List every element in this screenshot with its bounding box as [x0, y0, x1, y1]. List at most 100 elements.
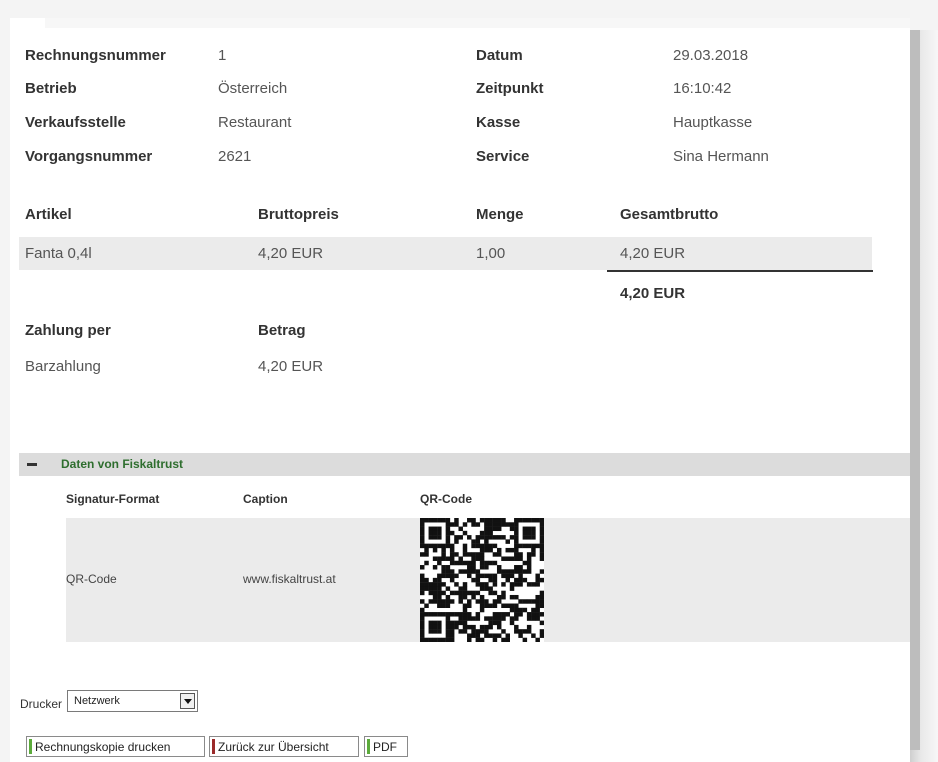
qr-module	[509, 573, 515, 579]
qr-module	[432, 556, 438, 561]
qr-module	[467, 599, 472, 604]
qr-module	[526, 624, 532, 630]
qr-module	[539, 539, 545, 544]
qr-module	[424, 577, 429, 583]
qr-module	[522, 607, 528, 613]
qr-module	[488, 624, 493, 630]
cell-total-gross: 4,20 EUR	[620, 245, 686, 262]
qr-module	[488, 543, 493, 549]
qr-module	[522, 569, 528, 574]
qr-module	[484, 547, 489, 553]
qr-module	[522, 526, 528, 532]
qr-module	[441, 547, 446, 553]
col-header-quantity: Menge	[476, 206, 524, 223]
qr-module	[432, 518, 438, 523]
qr-module	[479, 518, 485, 523]
scrollbar-track[interactable]	[910, 30, 920, 750]
cell-article: Fanta 0,4l	[25, 245, 92, 262]
qr-module	[522, 543, 528, 549]
qr-module	[518, 599, 523, 604]
value-register: Hauptkasse	[673, 114, 753, 131]
qr-module	[462, 586, 468, 591]
qr-module	[484, 616, 489, 621]
qr-module	[437, 543, 442, 549]
qr-module	[445, 530, 451, 536]
qr-module	[445, 586, 451, 591]
qr-module	[449, 633, 455, 638]
pdf-button[interactable]: PDF	[364, 736, 408, 757]
qr-module	[471, 518, 476, 523]
qr-module	[445, 594, 451, 600]
qr-module	[432, 629, 438, 634]
qr-module	[492, 582, 498, 587]
qr-module	[514, 629, 519, 634]
fiskaltrust-title[interactable]: Daten von Fiskaltrust	[61, 457, 183, 471]
qr-module	[539, 526, 545, 532]
qr-module	[522, 560, 528, 566]
qr-module	[501, 569, 506, 574]
qr-module	[437, 573, 442, 579]
print-copy-button[interactable]: Rechnungskopie drucken	[26, 736, 205, 757]
label-service: Service	[476, 148, 530, 165]
qr-module	[501, 616, 506, 621]
qr-module	[488, 620, 493, 626]
qr-module	[475, 590, 481, 596]
qr-module	[428, 599, 434, 604]
qr-module	[539, 633, 545, 638]
col-header-total-gross: Gesamtbrutto	[620, 206, 719, 223]
qr-module	[458, 612, 463, 617]
qr-module	[492, 633, 498, 638]
qr-module	[535, 543, 540, 549]
qr-module	[449, 637, 455, 643]
qr-module	[475, 552, 481, 557]
qr-module	[501, 629, 506, 634]
qr-module	[501, 522, 506, 527]
qr-module	[462, 547, 468, 553]
qr-module	[518, 612, 523, 617]
qr-module	[488, 547, 493, 553]
qr-module	[462, 560, 468, 566]
qr-module	[420, 565, 425, 570]
cell-payment-method: Barzahlung	[25, 358, 101, 375]
qr-module	[496, 616, 502, 621]
printer-select[interactable]: Netzwerk	[67, 690, 198, 712]
qr-module	[535, 607, 540, 613]
qr-module	[424, 603, 429, 608]
qr-module	[437, 624, 442, 630]
qr-module	[479, 543, 485, 549]
qr-module	[484, 633, 489, 638]
qr-module	[420, 590, 425, 596]
qr-module	[535, 612, 540, 617]
qr-module	[467, 565, 472, 570]
qr-module	[479, 560, 485, 566]
qr-module	[505, 612, 510, 617]
qr-module	[505, 547, 510, 553]
qr-module	[441, 582, 446, 587]
qr-module	[449, 599, 455, 604]
qr-module	[526, 552, 532, 557]
label-time: Zeitpunkt	[476, 80, 544, 97]
collapse-icon[interactable]	[27, 463, 37, 466]
qr-module	[492, 616, 498, 621]
qr-module	[420, 629, 425, 634]
qr-module	[467, 552, 472, 557]
qr-module	[518, 607, 523, 613]
qr-module	[509, 603, 515, 608]
qr-module	[467, 590, 472, 596]
qr-module	[539, 620, 545, 626]
qr-module	[479, 552, 485, 557]
chevron-down-icon[interactable]	[180, 693, 195, 709]
qr-module	[467, 633, 472, 638]
qr-module	[471, 594, 476, 600]
back-to-overview-button[interactable]: Zurück zur Übersicht	[209, 736, 359, 757]
qr-module	[496, 624, 502, 630]
qr-module	[437, 535, 442, 540]
qr-module	[479, 607, 485, 613]
qr-module	[462, 603, 468, 608]
qr-module	[445, 629, 451, 634]
qr-module	[445, 637, 451, 643]
qr-module	[420, 637, 425, 643]
qr-module	[522, 530, 528, 536]
qr-module	[514, 526, 519, 532]
qr-module	[526, 560, 532, 566]
